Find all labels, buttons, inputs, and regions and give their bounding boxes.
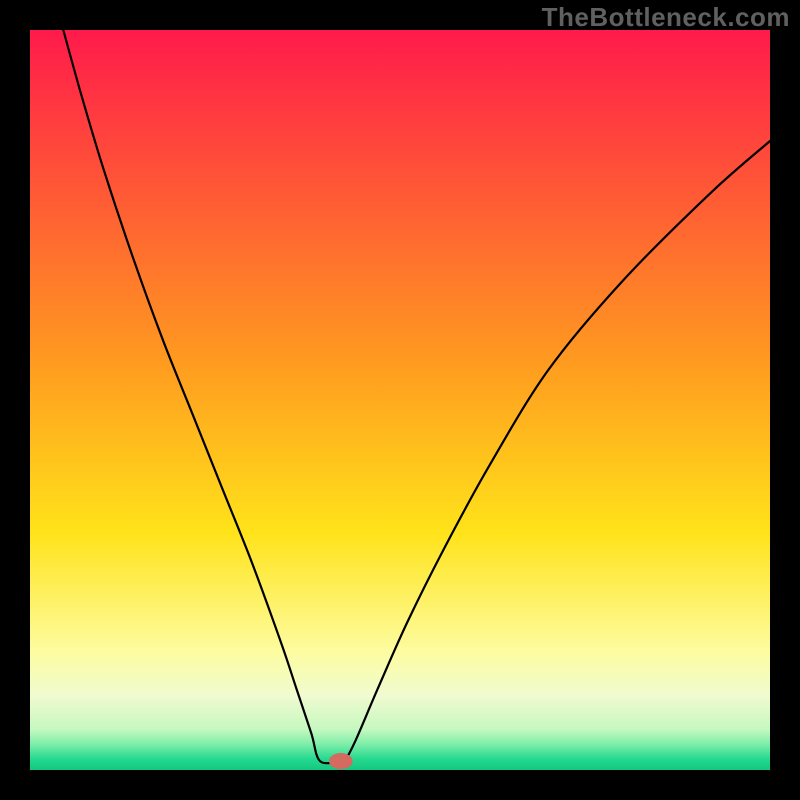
minimum-marker bbox=[329, 753, 353, 769]
watermark-text: TheBottleneck.com bbox=[542, 2, 790, 33]
plot-background bbox=[30, 30, 770, 770]
bottleneck-chart bbox=[0, 0, 800, 800]
chart-container: TheBottleneck.com bbox=[0, 0, 800, 800]
